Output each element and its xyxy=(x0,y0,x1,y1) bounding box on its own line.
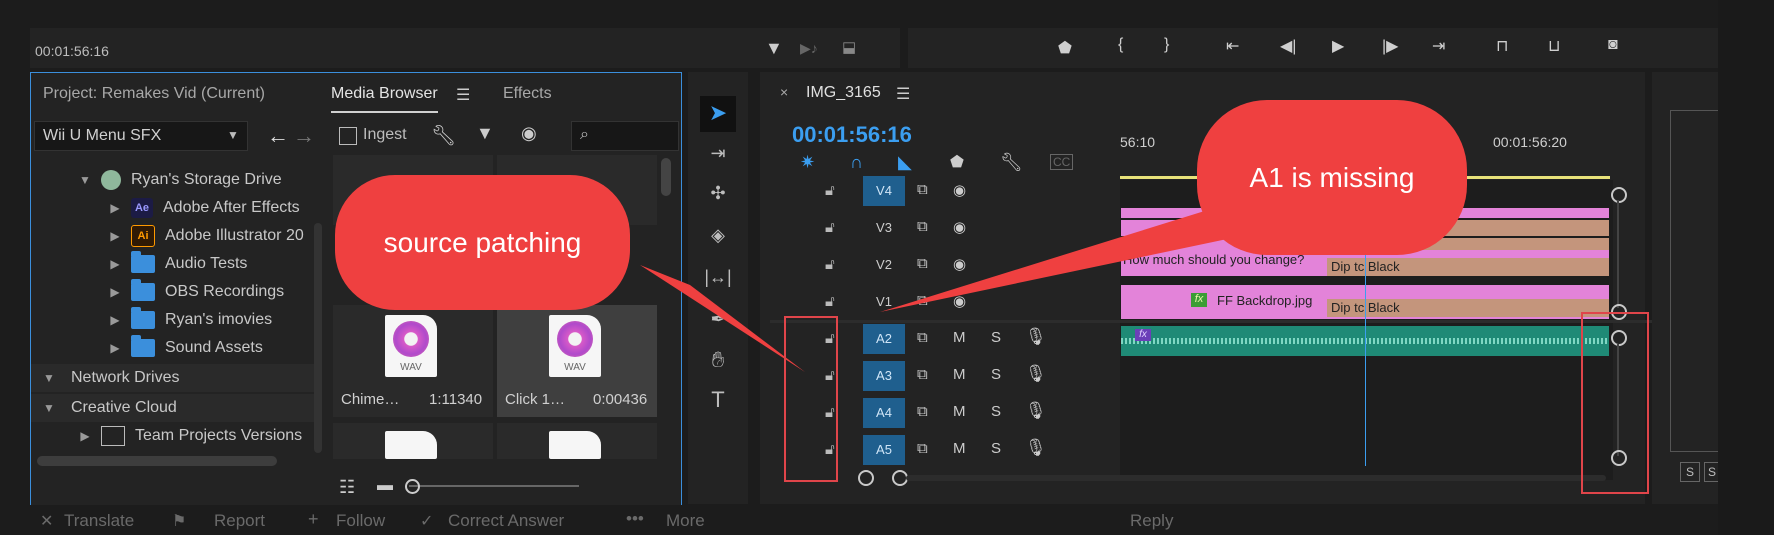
annotation-source-patching: source patching xyxy=(335,175,630,310)
source-patching-pointer xyxy=(640,265,805,372)
annotation-a1-missing: A1 is missing xyxy=(1197,100,1467,255)
annotation-text: source patching xyxy=(383,226,582,258)
scrollbar-highlight-box xyxy=(1581,312,1649,494)
source-patching-highlight-box xyxy=(784,316,838,482)
annotation-pointers xyxy=(640,200,1270,372)
annotation-text: A1 is missing xyxy=(1249,161,1415,193)
